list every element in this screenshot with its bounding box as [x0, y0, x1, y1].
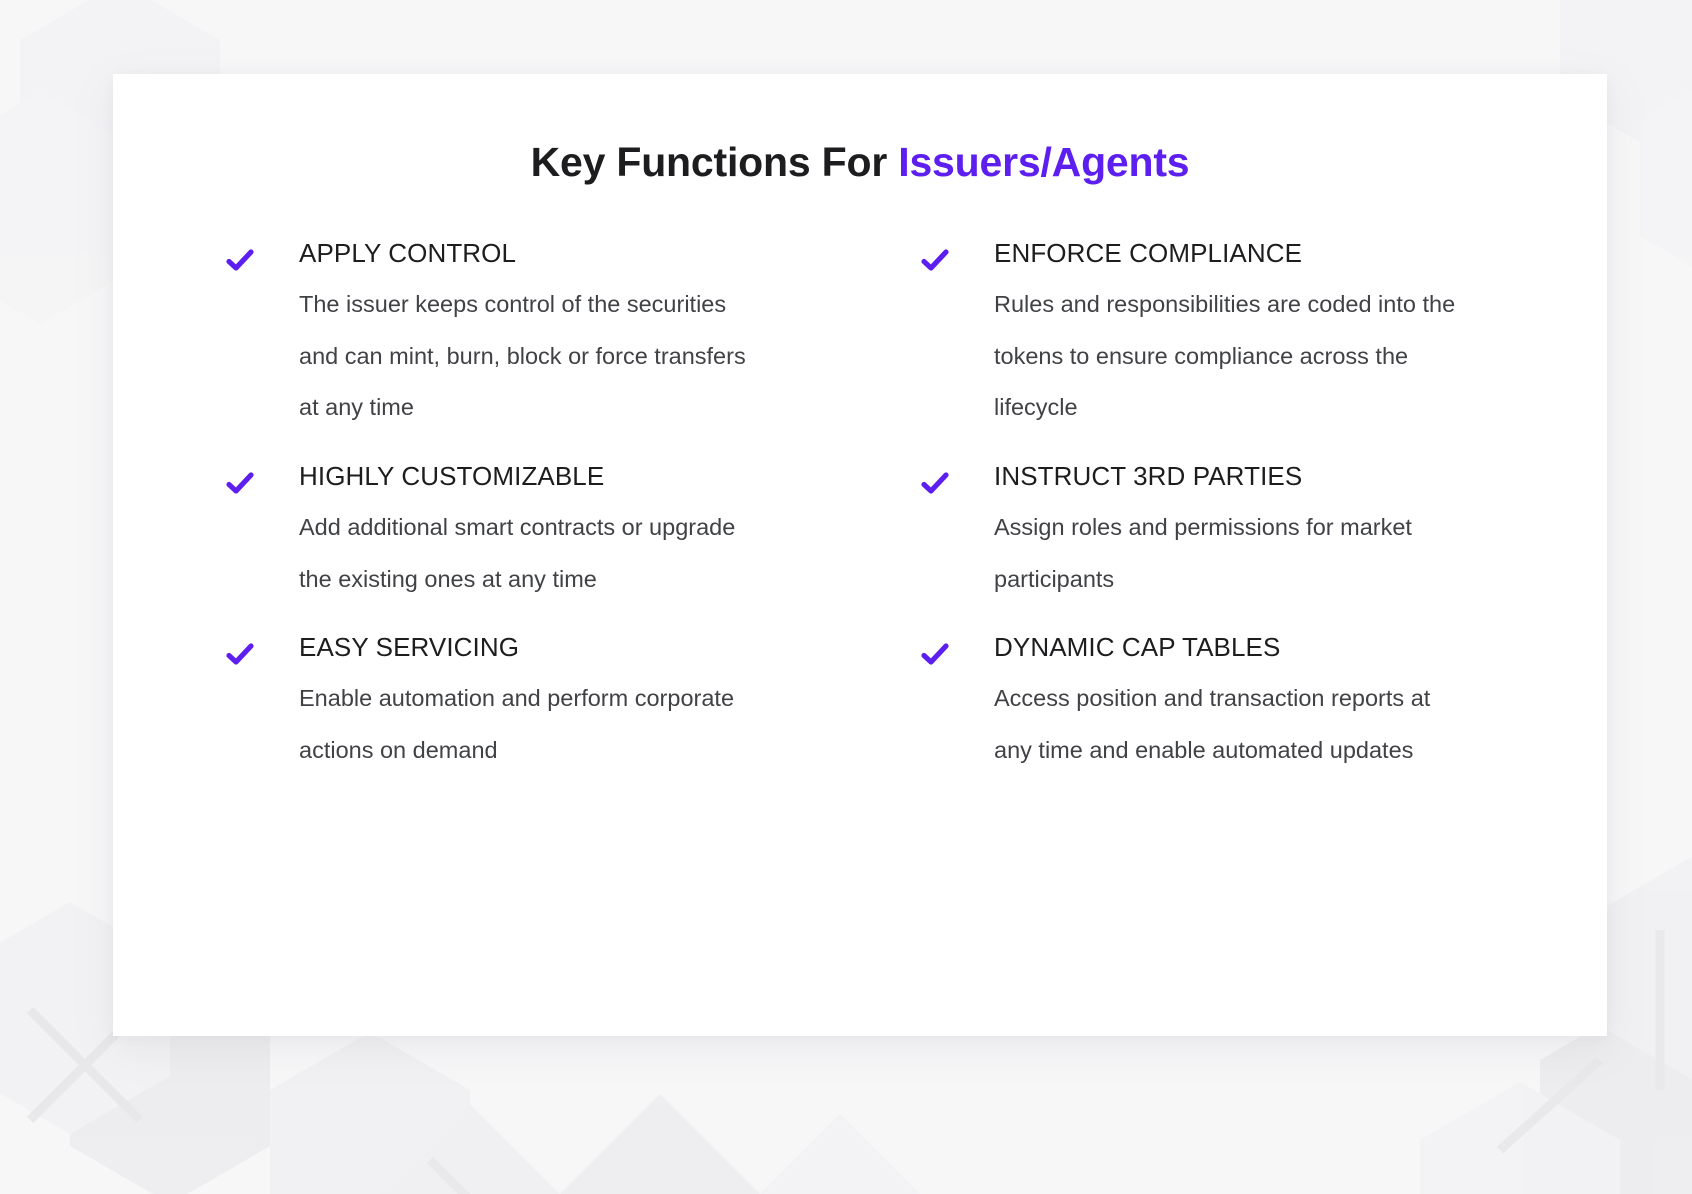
feature-description: The issuer keeps control of the securiti… — [299, 290, 746, 421]
feature-item-highly-customizable: HIGHLY CUSTOMIZABLE Add additional smart… — [225, 461, 792, 605]
feature-item-easy-servicing: EASY SERVICING Enable automation and per… — [225, 632, 792, 776]
check-icon — [921, 472, 949, 494]
check-icon — [921, 249, 949, 271]
page-title-accent: Issuers/Agents — [898, 139, 1190, 185]
feature-title: HIGHLY CUSTOMIZABLE — [299, 461, 605, 492]
feature-description: Assign roles and permissions for market … — [994, 513, 1412, 592]
feature-item-enforce-compliance: ENFORCE COMPLIANCE Rules and responsibil… — [920, 238, 1487, 434]
feature-body: HIGHLY CUSTOMIZABLE Add additional smart… — [299, 461, 792, 605]
feature-title: APPLY CONTROL — [299, 238, 517, 269]
feature-body: EASY SERVICING Enable automation and per… — [299, 632, 792, 776]
feature-body: ENFORCE COMPLIANCE Rules and responsibil… — [994, 238, 1487, 434]
feature-body: INSTRUCT 3RD PARTIES Assign roles and pe… — [994, 461, 1487, 605]
feature-body: DYNAMIC CAP TABLES Access position and t… — [994, 632, 1487, 776]
feature-description: Rules and responsibilities are coded int… — [994, 290, 1456, 421]
check-cell — [225, 633, 299, 776]
check-cell — [225, 462, 299, 605]
feature-title: INSTRUCT 3RD PARTIES — [994, 461, 1303, 492]
page-title-plain: Key Functions For — [530, 139, 899, 185]
feature-description: Enable automation and perform corporate … — [299, 685, 735, 763]
feature-item-dynamic-cap-tables: DYNAMIC CAP TABLES Access position and t… — [920, 632, 1487, 776]
check-icon — [226, 643, 254, 665]
feature-description: Add additional smart contracts or upgrad… — [299, 513, 736, 592]
feature-title: ENFORCE COMPLIANCE — [994, 238, 1303, 269]
feature-item-apply-control: APPLY CONTROL The issuer keeps control o… — [225, 238, 792, 434]
check-icon — [226, 472, 254, 494]
page-title: Key Functions For Issuers/Agents — [113, 74, 1607, 185]
feature-description: Access position and transaction reports … — [994, 685, 1431, 763]
features-grid: APPLY CONTROL The issuer keeps control o… — [113, 185, 1607, 804]
check-cell — [920, 239, 994, 434]
feature-body: APPLY CONTROL The issuer keeps control o… — [299, 238, 792, 434]
feature-card: Key Functions For Issuers/Agents APPLY C… — [113, 74, 1607, 1036]
check-cell — [920, 633, 994, 776]
check-cell — [920, 462, 994, 605]
check-cell — [225, 239, 299, 434]
check-icon — [921, 643, 949, 665]
check-icon — [226, 249, 254, 271]
feature-item-instruct-3rd-parties: INSTRUCT 3RD PARTIES Assign roles and pe… — [920, 461, 1487, 605]
feature-title: EASY SERVICING — [299, 632, 520, 663]
feature-column-right: ENFORCE COMPLIANCE Rules and responsibil… — [920, 238, 1487, 804]
feature-column-left: APPLY CONTROL The issuer keeps control o… — [225, 238, 792, 804]
feature-title: DYNAMIC CAP TABLES — [994, 632, 1281, 663]
